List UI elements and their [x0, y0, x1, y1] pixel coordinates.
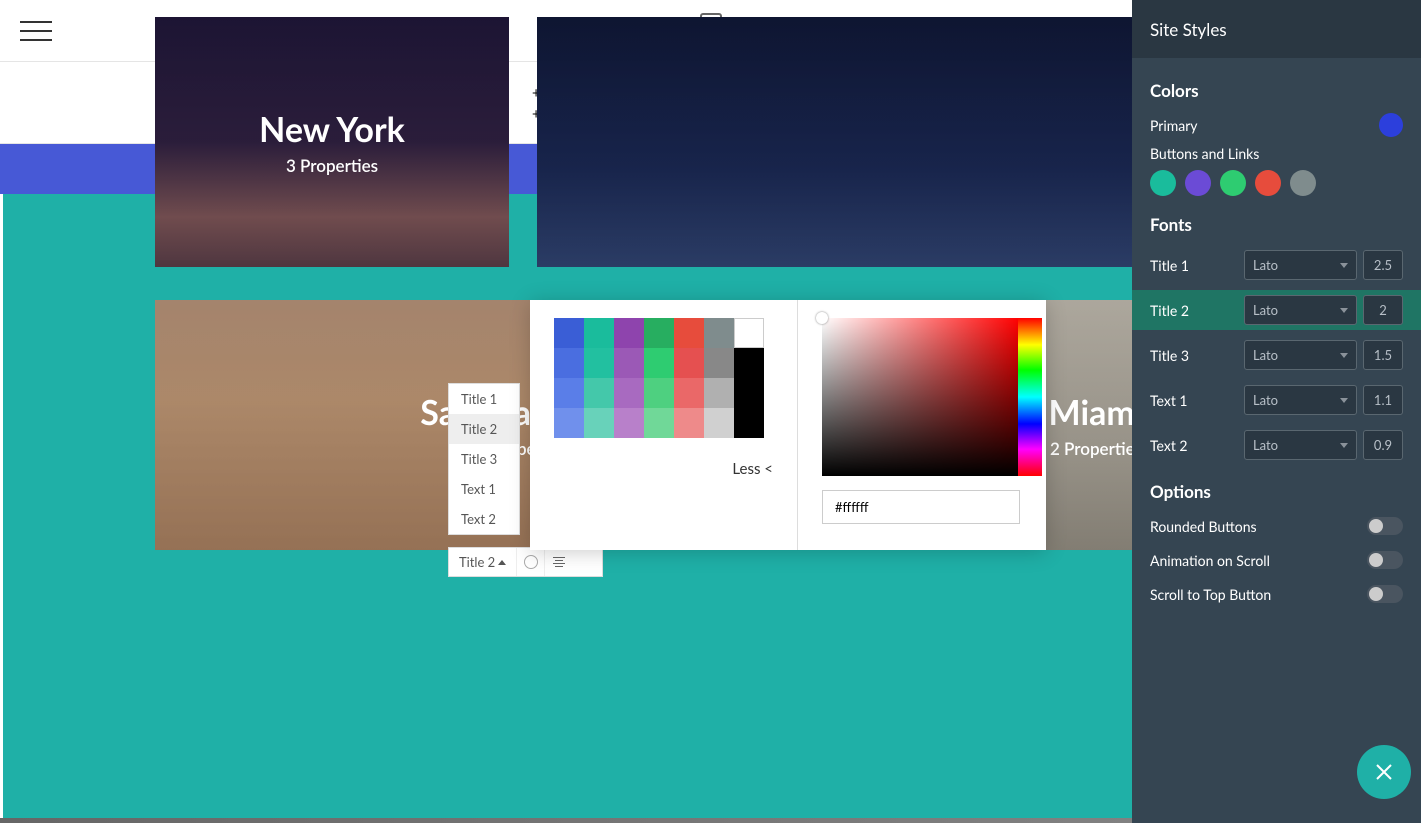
font-row-label: Title 3: [1150, 347, 1238, 364]
button-color-swatch[interactable]: [1290, 170, 1316, 196]
color-swatch[interactable]: [704, 378, 734, 408]
color-swatch[interactable]: [674, 348, 704, 378]
font-row-label: Title 1: [1150, 257, 1238, 274]
color-swatch[interactable]: [704, 348, 734, 378]
rounded-buttons-toggle[interactable]: [1367, 517, 1403, 535]
color-swatch[interactable]: [614, 318, 644, 348]
chevron-down-icon: [1340, 353, 1348, 358]
color-swatch[interactable]: [734, 348, 764, 378]
color-swatch[interactable]: [614, 378, 644, 408]
menu-icon[interactable]: [20, 21, 52, 41]
card-new-york[interactable]: New York 3 Properties: [155, 17, 509, 267]
align-button[interactable]: [545, 548, 573, 576]
site-styles-panel: Site Styles Colors Primary Buttons and L…: [1132, 0, 1421, 823]
panel-title: Site Styles: [1132, 0, 1421, 58]
saturation-area[interactable]: [822, 318, 1020, 476]
font-size-input[interactable]: [1363, 250, 1403, 280]
button-color-swatch[interactable]: [1255, 170, 1281, 196]
font-size-input[interactable]: [1363, 430, 1403, 460]
font-family-select[interactable]: Lato: [1244, 430, 1357, 460]
color-swatch[interactable]: [584, 378, 614, 408]
style-option-title-1[interactable]: Title 1: [449, 384, 519, 414]
color-swatch[interactable]: [674, 318, 704, 348]
less-toggle[interactable]: Less <: [732, 460, 773, 478]
close-panel-button[interactable]: [1357, 745, 1411, 799]
scroll-top-label: Scroll to Top Button: [1150, 586, 1271, 603]
button-color-swatch[interactable]: [1150, 170, 1176, 196]
font-family-select[interactable]: Lato: [1244, 340, 1357, 370]
rounded-buttons-label: Rounded Buttons: [1150, 518, 1257, 535]
font-family-select[interactable]: Lato: [1244, 250, 1357, 280]
color-swatch[interactable]: [674, 408, 704, 438]
color-swatch[interactable]: [734, 378, 764, 408]
color-swatch[interactable]: [554, 318, 584, 348]
color-swatch[interactable]: [704, 318, 734, 348]
style-option-text-2[interactable]: Text 2: [449, 504, 519, 534]
options-heading: Options: [1150, 481, 1403, 502]
chevron-down-icon: [1340, 398, 1348, 403]
chevron-down-icon: [1340, 308, 1348, 313]
color-picker-popup: Less <: [530, 300, 1046, 550]
font-row-label: Text 1: [1150, 392, 1238, 409]
style-option-text-1[interactable]: Text 1: [449, 474, 519, 504]
font-family-select[interactable]: Lato: [1244, 385, 1357, 415]
font-family-select[interactable]: Lato: [1244, 295, 1357, 325]
font-row: Text 2 Lato: [1132, 425, 1421, 465]
close-icon: [1373, 761, 1395, 783]
font-size-input[interactable]: [1363, 385, 1403, 415]
color-swatch[interactable]: [554, 378, 584, 408]
font-row: Text 1 Lato: [1132, 380, 1421, 420]
card-subtitle: 3 Properties: [286, 155, 378, 176]
color-swatch[interactable]: [644, 378, 674, 408]
color-swatch[interactable]: [614, 408, 644, 438]
color-swatch[interactable]: [644, 318, 674, 348]
scroll-top-toggle[interactable]: [1367, 585, 1403, 603]
caret-up-icon: [498, 560, 506, 565]
style-option-title-3[interactable]: Title 3: [449, 444, 519, 474]
color-swatch[interactable]: [734, 408, 764, 438]
style-selector-button[interactable]: Title 2: [449, 548, 517, 576]
animation-scroll-label: Animation on Scroll: [1150, 552, 1270, 569]
button-color-swatch[interactable]: [1220, 170, 1246, 196]
color-picker-button[interactable]: [517, 548, 545, 576]
style-option-title-2[interactable]: Title 2: [449, 414, 519, 444]
font-row: Title 1 Lato: [1132, 245, 1421, 285]
text-style-dropdown: Title 1 Title 2 Title 3 Text 1 Text 2: [448, 383, 520, 535]
chevron-down-icon: [1340, 443, 1348, 448]
font-size-input[interactable]: [1363, 295, 1403, 325]
color-swatch[interactable]: [554, 348, 584, 378]
color-swatch[interactable]: [614, 348, 644, 378]
color-swatch[interactable]: [734, 318, 764, 348]
colors-heading: Colors: [1150, 80, 1403, 101]
color-swatch[interactable]: [584, 318, 614, 348]
animation-scroll-toggle[interactable]: [1367, 551, 1403, 569]
fonts-heading: Fonts: [1150, 214, 1403, 235]
color-swatch[interactable]: [674, 378, 704, 408]
buttons-links-label: Buttons and Links: [1150, 145, 1403, 162]
font-row-label: Title 2: [1150, 302, 1238, 319]
font-size-input[interactable]: [1363, 340, 1403, 370]
button-color-swatches: [1150, 170, 1403, 196]
chevron-down-icon: [1340, 263, 1348, 268]
font-row-label: Text 2: [1150, 437, 1238, 454]
button-color-swatch[interactable]: [1185, 170, 1211, 196]
text-style-toolbar: Title 2: [448, 547, 603, 577]
font-row: Title 3 Lato: [1132, 335, 1421, 375]
color-swatch[interactable]: [584, 408, 614, 438]
saturation-handle[interactable]: [816, 312, 828, 324]
hue-slider[interactable]: [1018, 318, 1042, 476]
color-swatch[interactable]: [554, 408, 584, 438]
primary-color-swatch[interactable]: [1379, 113, 1403, 137]
color-swatch[interactable]: [644, 408, 674, 438]
color-swatch-grid: [554, 318, 773, 438]
card-title: New York: [259, 109, 405, 150]
color-swatch[interactable]: [584, 348, 614, 378]
primary-label: Primary: [1150, 117, 1198, 134]
hex-input[interactable]: [822, 490, 1020, 524]
color-swatch[interactable]: [704, 408, 734, 438]
font-row: Title 2 Lato: [1132, 290, 1421, 330]
color-swatch[interactable]: [644, 348, 674, 378]
